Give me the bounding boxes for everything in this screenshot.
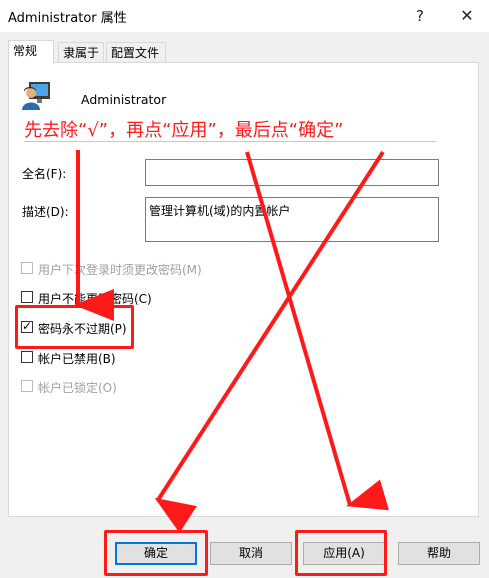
help-button[interactable]: 帮助	[398, 542, 480, 565]
user-icon	[20, 80, 52, 112]
tab-profile[interactable]: 配置文件	[106, 42, 166, 62]
highlight-box-ok	[104, 530, 208, 576]
fullname-label: 全名(F):	[22, 167, 67, 181]
description-label: 描述(D):	[22, 205, 69, 219]
checkbox-label: 用户下次登录时须更改密码(M)	[38, 263, 202, 277]
fullname-field[interactable]	[145, 159, 439, 186]
cancel-button[interactable]: 取消	[210, 542, 292, 565]
help-icon[interactable]: ?	[405, 4, 435, 28]
checkbox-box	[21, 262, 33, 274]
checkbox-box[interactable]	[21, 291, 33, 303]
checkbox-box	[21, 380, 33, 392]
tab-member-of[interactable]: 隶属于	[58, 42, 104, 62]
divider	[24, 141, 436, 142]
checkbox-label: 帐户已禁用(B)	[38, 352, 116, 366]
close-icon[interactable]: ✕	[452, 4, 482, 28]
checkbox-box[interactable]	[21, 351, 33, 363]
user-name: Administrator	[81, 92, 167, 107]
tab-general[interactable]: 常规	[8, 40, 54, 64]
title-bar: Administrator 属性 ? ✕	[0, 0, 489, 32]
description-field[interactable]: 管理计算机(域)的内置帐户	[145, 197, 439, 242]
window-title: Administrator 属性	[8, 11, 127, 26]
highlight-box-apply	[295, 530, 387, 576]
highlight-box-checkbox	[15, 305, 134, 349]
annotation-instruction: 先去除“√”，再点“应用”，最后点“确定”	[24, 120, 344, 141]
checkbox-label: 帐户已锁定(O)	[38, 381, 117, 395]
